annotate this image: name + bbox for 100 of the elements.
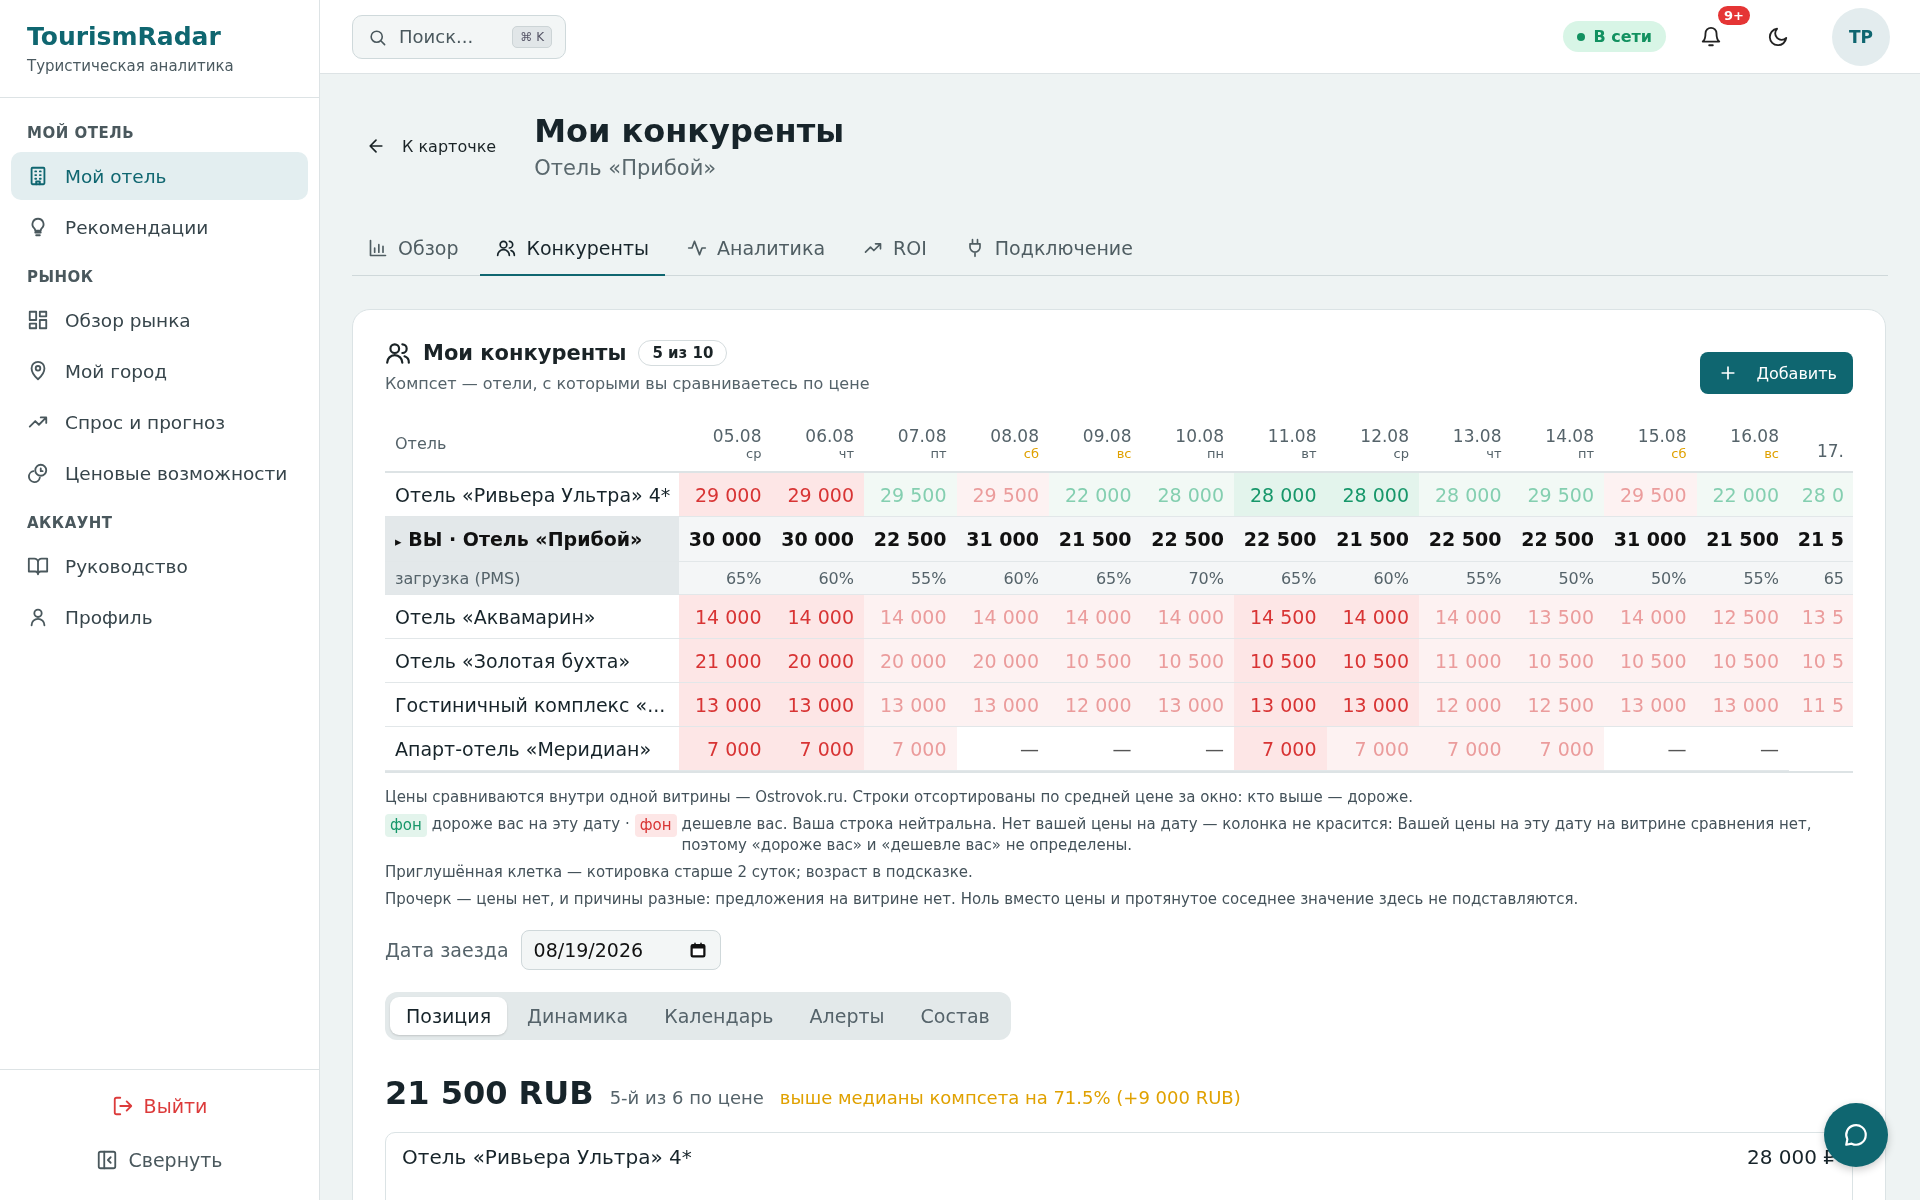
tab[interactable]: Обзор	[352, 222, 475, 276]
occupancy-cell: 65%	[679, 561, 772, 595]
price-cell: 22 500	[864, 516, 957, 562]
price-cell: 13 000	[1696, 682, 1789, 727]
collapse-button[interactable]: Свернуть	[84, 1138, 235, 1182]
occupancy-cell: 65	[1789, 561, 1853, 595]
price-cell: 31 000	[956, 516, 1049, 562]
price-cell: 22 500	[1511, 516, 1604, 562]
price-cell: 10 500	[1049, 638, 1142, 683]
weekday-label: сб	[1022, 446, 1039, 461]
note-text: Прочерк — цены нет, и причины разные: предложения на витрине нет. Ноль вместо цены и протянутое соседнее значение здесь не подставляются.	[385, 889, 1580, 910]
price-cell: 7 000	[771, 726, 864, 771]
bell-icon	[1700, 25, 1722, 48]
date-header: 10.08	[1174, 426, 1224, 446]
date-header: 17.	[1815, 441, 1844, 461]
price-cell: 29 000	[679, 472, 772, 517]
weekday-label: чт	[1485, 446, 1502, 461]
collapse-icon	[96, 1149, 119, 1171]
sidebar-item[interactable]: Мой отель	[11, 152, 308, 200]
price-cell: 7 000	[1511, 726, 1604, 771]
column-header: Отель	[385, 416, 679, 472]
notification-count: 9+	[1718, 5, 1750, 25]
price-cell: 10 500	[1141, 638, 1234, 683]
occupancy-cell: 55%	[864, 561, 957, 595]
tab[interactable]: Аналитика	[670, 222, 842, 276]
rank-text: 5-й из 6 по цене	[609, 1087, 764, 1108]
price-cell: 22 500	[1141, 516, 1234, 562]
sidebar-item[interactable]: Ценовые возможности	[11, 449, 308, 497]
chat-icon	[1843, 1122, 1869, 1148]
price-cell: 14 000	[1141, 594, 1234, 639]
segment-tab[interactable]: Календарь	[648, 997, 790, 1035]
date-field[interactable]: 08/19/2026	[520, 930, 721, 970]
occupancy-cell: 55%	[1419, 561, 1512, 595]
legend-text: дешевле вас. Ваша строка нейтральна. Нет вашей цены на дату — колонка не красится: Вашей цены на эту дату на витрине сравнения нет, поэтому «дороже вас» и «дешевле вас» не определены.	[681, 814, 1813, 856]
tab[interactable]: ROI	[847, 222, 943, 276]
sidebar-item[interactable]: Рекомендации	[11, 203, 308, 251]
user-avatar[interactable]: ТР	[1832, 7, 1890, 66]
hotel-name: Апарт-отель «Меридиан»	[395, 737, 652, 760]
note-text: Приглушённая клетка — котировка старше 2 суток; возраст в подсказке.	[385, 862, 974, 883]
price-cell: 29 500	[956, 472, 1049, 517]
occupancy-cell: 50%	[1604, 561, 1697, 595]
search-icon	[368, 27, 387, 47]
occupancy-cell: 60%	[1326, 561, 1419, 595]
tab[interactable]: Подключение	[948, 222, 1149, 276]
segment-tab[interactable]: Состав	[904, 997, 1006, 1035]
price-cell: 21 500	[1696, 516, 1789, 562]
price-cell: 13 000	[1604, 682, 1697, 727]
price-cell: 13 500	[1511, 594, 1604, 639]
brand-tagline: Туристическая аналитика	[27, 57, 234, 75]
price-cell: 11 000	[1419, 638, 1512, 683]
segment-tab[interactable]: Алерты	[793, 997, 901, 1035]
bar-chart-icon	[368, 238, 388, 258]
sidebar-item[interactable]: Мой город	[11, 347, 308, 395]
weekday-label: вт	[1300, 446, 1317, 461]
sidebar-item[interactable]: Руководство	[11, 542, 308, 590]
price-cell: 10 500	[1234, 638, 1327, 683]
hotel-name: Отель «Аквамарин»	[395, 605, 596, 628]
price-cell: 13 5	[1789, 594, 1853, 639]
sidebar-item[interactable]: Обзор рынка	[11, 296, 308, 344]
price-cell: 22 500	[1234, 516, 1327, 562]
date-header: 09.08	[1081, 426, 1132, 446]
price-cell: —	[1696, 726, 1789, 771]
tab[interactable]: Конкуренты	[480, 222, 665, 276]
hotel-name: Гостиничный комплекс «...	[395, 693, 666, 716]
note-text: Цены сравниваются внутри одной витрины — Ostrovok.ru. Строки отсортированы по средней цене за окно: кто выше — дороже.	[385, 787, 1414, 808]
price-cell: 22 000	[1049, 472, 1142, 517]
sidebar-item[interactable]: Профиль	[11, 593, 308, 641]
segment-tab[interactable]: Позиция	[390, 997, 508, 1035]
price-cell: 29 500	[1511, 472, 1604, 517]
date-header: 12.08	[1359, 426, 1409, 446]
section-heading: МОЙ ОТЕЛЬ	[26, 122, 136, 144]
date-header: 16.08	[1729, 426, 1779, 446]
price-cell: 14 000	[771, 594, 864, 639]
price-cell: 14 000	[864, 594, 957, 639]
back-link[interactable]: К карточке	[366, 136, 497, 156]
date-header: 15.08	[1636, 426, 1687, 446]
price-cell: 30 000	[679, 516, 772, 562]
date-header: 14.08	[1544, 426, 1594, 446]
occupancy-cell: 70%	[1141, 561, 1234, 595]
price-cell: 12 500	[1511, 682, 1604, 727]
sidebar-item[interactable]: Спрос и прогноз	[11, 398, 308, 446]
occupancy-cell: 60%	[956, 561, 1049, 595]
price-cell: —	[1604, 726, 1697, 771]
price-cell: 13 000	[1234, 682, 1327, 727]
price-cell: 31 000	[1604, 516, 1697, 562]
price-cell: 21 500	[1326, 516, 1419, 562]
price-cell: 21 500	[1049, 516, 1142, 562]
add-button[interactable]: Добавить	[1700, 352, 1853, 394]
weekday-label: чт	[837, 446, 854, 461]
logout-button[interactable]: Выйти	[99, 1084, 220, 1128]
legend-chip: фон	[385, 814, 427, 837]
logout-icon	[111, 1095, 134, 1117]
segment-tab[interactable]: Динамика	[511, 997, 645, 1035]
price-cell: 7 000	[864, 726, 957, 771]
price-cell: 10 500	[1696, 638, 1789, 683]
price-cell: 12 000	[1049, 682, 1142, 727]
price-cell: 21 000	[679, 638, 772, 683]
price-cell: 13 000	[956, 682, 1049, 727]
price-cell: 14 000	[1326, 594, 1419, 639]
section-heading: АККАУНТ	[26, 513, 114, 534]
